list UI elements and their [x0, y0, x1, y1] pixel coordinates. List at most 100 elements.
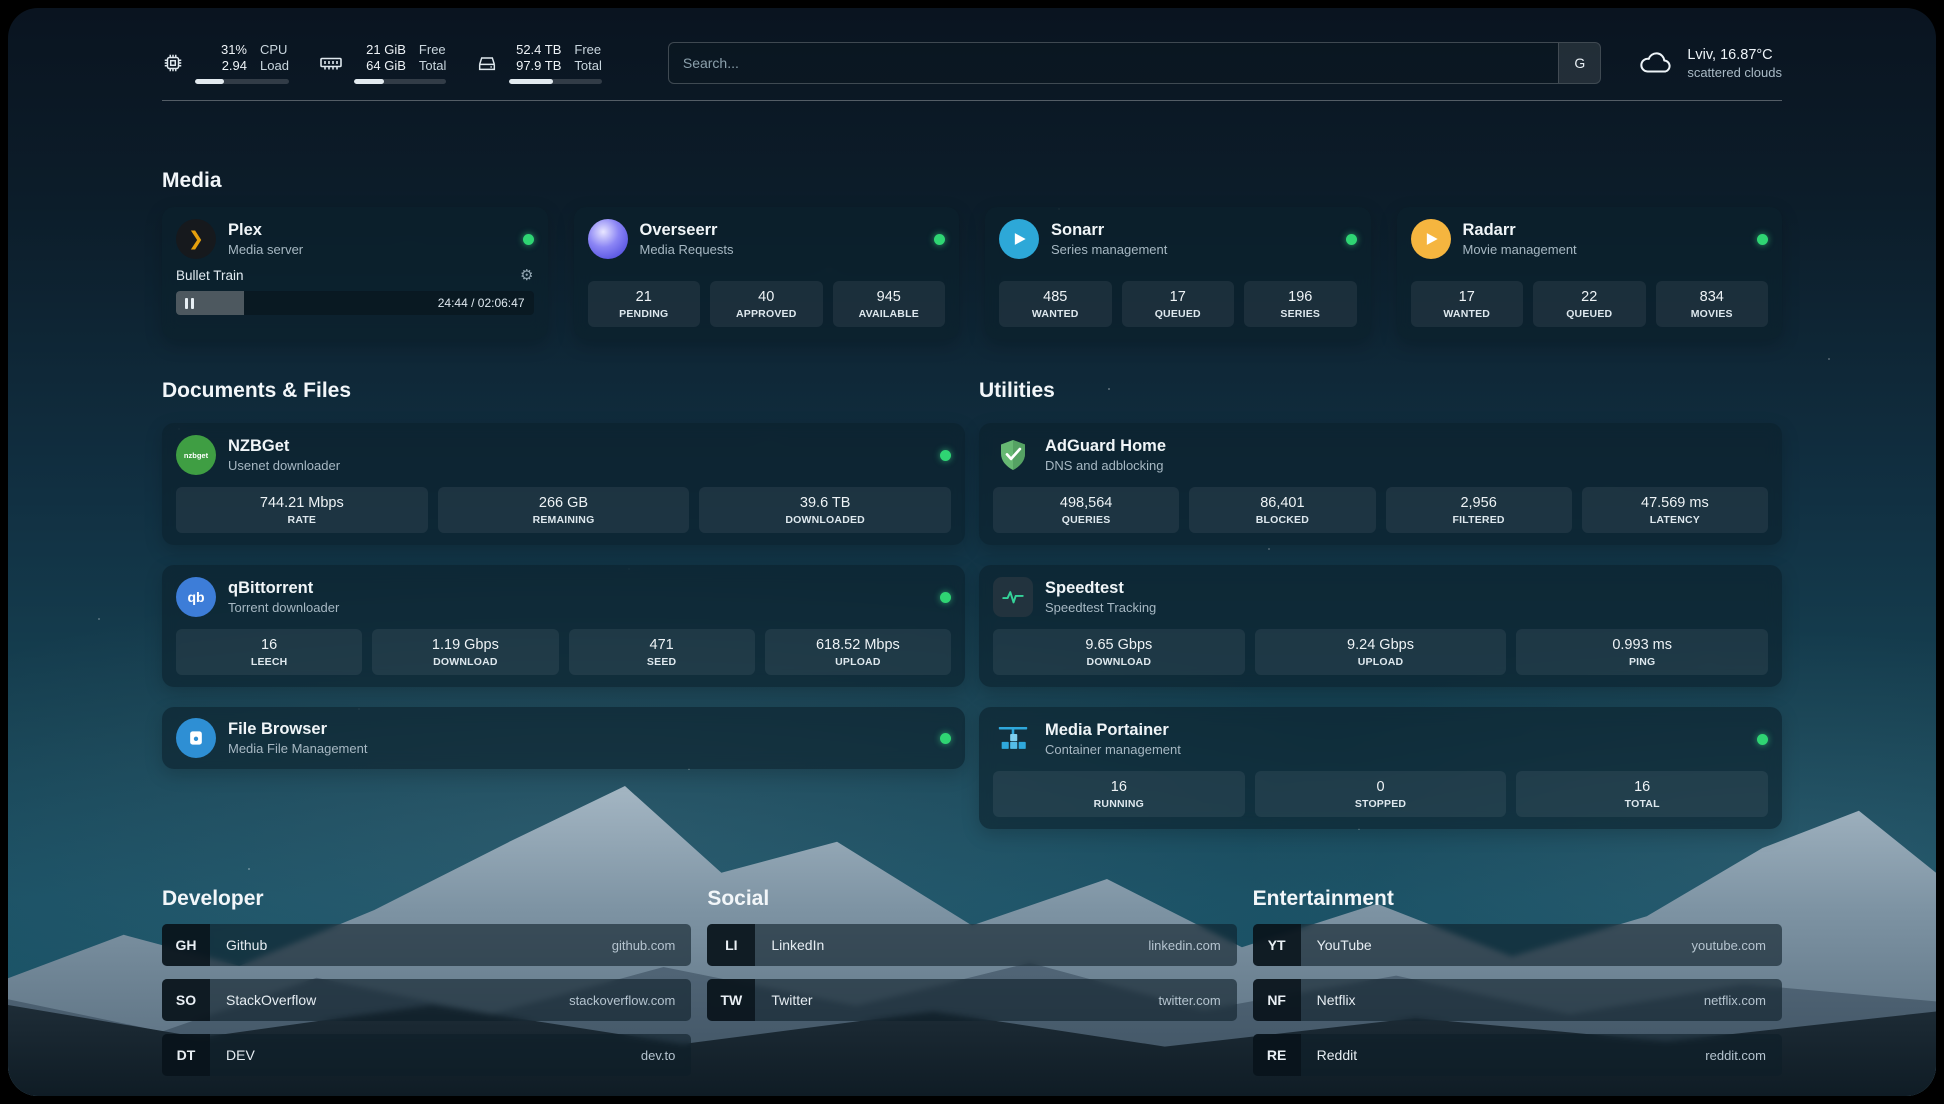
- bookmark-name: Twitter: [771, 992, 812, 1008]
- app-subtitle: Media File Management: [228, 741, 367, 756]
- qbittorrent-card[interactable]: qb qBittorrent Torrent downloader 16LEEC…: [162, 565, 965, 687]
- weather-condition: scattered clouds: [1687, 65, 1782, 80]
- stat-box: 498,564QUERIES: [993, 487, 1179, 533]
- stat-box: 16LEECH: [176, 629, 362, 675]
- app-name: Overseerr: [640, 221, 734, 240]
- speedtest-card[interactable]: Speedtest Speedtest Tracking 9.65 GbpsDO…: [979, 565, 1782, 687]
- speedtest-icon: [993, 577, 1033, 617]
- bookmark-row-reddit[interactable]: RE Reddit reddit.com: [1253, 1034, 1782, 1076]
- search-engine-button[interactable]: G: [1558, 43, 1600, 83]
- status-dot: [940, 733, 951, 744]
- app-subtitle: Usenet downloader: [228, 458, 340, 473]
- memory-total-value: 64 GiB: [354, 58, 406, 74]
- bookmark-row-github[interactable]: GH Github github.com: [162, 924, 691, 966]
- status-dot: [1346, 234, 1357, 245]
- bookmark-row-twitter[interactable]: TW Twitter twitter.com: [707, 979, 1236, 1021]
- app-subtitle: Torrent downloader: [228, 600, 339, 615]
- app-name: NZBGet: [228, 437, 340, 456]
- topbar-divider: [162, 100, 1782, 101]
- bookmark-abbr: LI: [707, 924, 755, 966]
- disk-total-value: 97.9 TB: [509, 58, 561, 74]
- app-subtitle: Speedtest Tracking: [1045, 600, 1156, 615]
- portainer-card[interactable]: Media Portainer Container management 16R…: [979, 707, 1782, 829]
- memory-total-label: Total: [419, 58, 446, 74]
- plex-icon: [176, 219, 216, 259]
- app-subtitle: Media Requests: [640, 242, 734, 257]
- app-subtitle: Media server: [228, 242, 303, 257]
- bookmark-url: netflix.com: [1704, 993, 1766, 1008]
- cpu-usage-value: 31%: [195, 42, 247, 58]
- app-name: Media Portainer: [1045, 721, 1181, 740]
- plex-playback-bar[interactable]: 24:44 / 02:06:47: [176, 291, 534, 315]
- cpu-widget: 31%CPU 2.94Load: [162, 42, 289, 84]
- stat-box: 196SERIES: [1244, 281, 1357, 327]
- cpu-icon: [162, 52, 184, 74]
- disk-widget: 52.4 TBFree 97.9 TBTotal: [476, 42, 601, 84]
- stat-box: 485WANTED: [999, 281, 1112, 327]
- bookmark-url: reddit.com: [1705, 1048, 1766, 1063]
- portainer-icon: [993, 719, 1033, 759]
- memory-icon: [319, 51, 343, 75]
- stat-box: 266 GBREMAINING: [438, 487, 690, 533]
- bookmark-abbr: SO: [162, 979, 210, 1021]
- section-title-utilities: Utilities: [979, 379, 1782, 403]
- stat-box: 834MOVIES: [1656, 281, 1769, 327]
- sonarr-icon: [999, 219, 1039, 259]
- section-title-documents: Documents & Files: [162, 379, 965, 403]
- app-subtitle: Container management: [1045, 742, 1181, 757]
- app-subtitle: Series management: [1051, 242, 1167, 257]
- app-name: Plex: [228, 221, 303, 240]
- radarr-card[interactable]: Radarr Movie management 17WANTED 22QUEUE…: [1397, 207, 1783, 339]
- cloud-icon: [1637, 49, 1675, 77]
- gear-icon[interactable]: [520, 268, 533, 283]
- stat-box: 9.65 GbpsDOWNLOAD: [993, 629, 1245, 675]
- status-dot: [1757, 234, 1768, 245]
- bookmark-url: twitter.com: [1159, 993, 1221, 1008]
- top-bar: 31%CPU 2.94Load 21 GiBFree 64 GiBTotal: [162, 8, 1782, 84]
- radarr-icon: [1411, 219, 1451, 259]
- stat-box: 945AVAILABLE: [833, 281, 946, 327]
- section-title-social: Social: [707, 887, 1236, 911]
- stat-box: 9.24 GbpsUPLOAD: [1255, 629, 1507, 675]
- sonarr-card[interactable]: Sonarr Series management 485WANTED 17QUE…: [985, 207, 1371, 339]
- overseerr-card[interactable]: Overseerr Media Requests 21PENDING 40APP…: [574, 207, 960, 339]
- bookmark-url: stackoverflow.com: [569, 993, 675, 1008]
- bookmark-url: dev.to: [641, 1048, 675, 1063]
- app-name: Radarr: [1463, 221, 1577, 240]
- pause-icon[interactable]: [185, 298, 194, 309]
- memory-progress-bar: [354, 79, 446, 84]
- bookmark-row-dev[interactable]: DT DEV dev.to: [162, 1034, 691, 1076]
- bookmark-row-stackoverflow[interactable]: SO StackOverflow stackoverflow.com: [162, 979, 691, 1021]
- memory-free-label: Free: [419, 42, 446, 58]
- stat-box: 22QUEUED: [1533, 281, 1646, 327]
- cpu-load-label: Load: [260, 58, 289, 74]
- cpu-load-value: 2.94: [195, 58, 247, 74]
- section-title-media: Media: [162, 169, 1782, 193]
- bookmark-name: Netflix: [1317, 992, 1356, 1008]
- stat-box: 47.569 msLATENCY: [1582, 487, 1768, 533]
- weather-widget: Lviv, 16.87°C scattered clouds: [1637, 47, 1782, 80]
- app-name: Sonarr: [1051, 221, 1167, 240]
- adguard-card[interactable]: AdGuard Home DNS and adblocking 498,564Q…: [979, 423, 1782, 545]
- search-input[interactable]: [669, 43, 1558, 83]
- status-dot: [940, 450, 951, 461]
- filebrowser-card[interactable]: File Browser Media File Management: [162, 707, 965, 769]
- search-bar[interactable]: G: [668, 42, 1601, 84]
- bookmark-name: Reddit: [1317, 1047, 1357, 1063]
- bookmark-name: Github: [226, 937, 267, 953]
- bookmark-row-youtube[interactable]: YT YouTube youtube.com: [1253, 924, 1782, 966]
- stat-box: 86,401BLOCKED: [1189, 487, 1375, 533]
- stat-box: 40APPROVED: [710, 281, 823, 327]
- plex-card[interactable]: Plex Media server Bullet Train: [162, 207, 548, 339]
- memory-widget: 21 GiBFree 64 GiBTotal: [319, 42, 446, 84]
- bookmark-row-linkedin[interactable]: LI LinkedIn linkedin.com: [707, 924, 1236, 966]
- section-title-entertainment: Entertainment: [1253, 887, 1782, 911]
- bookmark-name: DEV: [226, 1047, 255, 1063]
- disk-progress-bar: [509, 79, 601, 84]
- bookmark-row-netflix[interactable]: NF Netflix netflix.com: [1253, 979, 1782, 1021]
- stat-box: 17QUEUED: [1122, 281, 1235, 327]
- status-dot: [523, 234, 534, 245]
- app-subtitle: DNS and adblocking: [1045, 458, 1166, 473]
- nzbget-card[interactable]: nzbget NZBGet Usenet downloader 744.21 M…: [162, 423, 965, 545]
- disk-free-value: 52.4 TB: [509, 42, 561, 58]
